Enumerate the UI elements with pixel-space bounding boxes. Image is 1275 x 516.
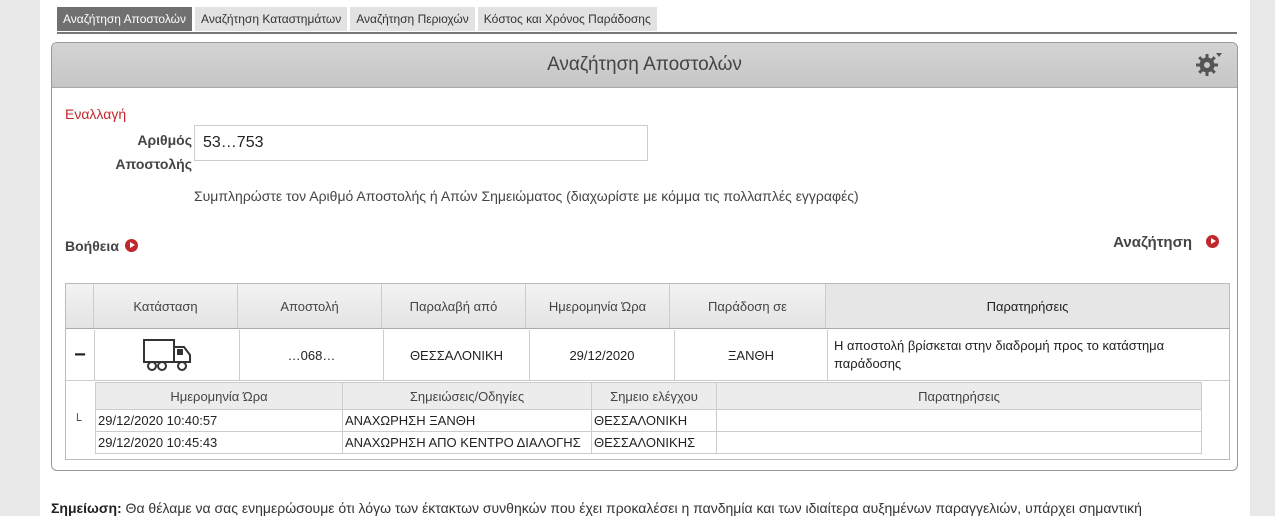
shipment-number-input[interactable] bbox=[194, 125, 648, 161]
play-icon bbox=[1206, 235, 1219, 248]
history-note: ΑΝΑΧΩΡΗΣΗ ΑΠΟ ΚΕΝΤΡΟ ΔΙΑΛΟΓΗΣ bbox=[342, 431, 592, 454]
tab-bar: Αναζήτηση Αποστολών Αναζήτηση Καταστημάτ… bbox=[57, 7, 1237, 34]
search-button[interactable]: Αναζήτηση bbox=[1113, 234, 1219, 251]
table-row: 29/12/2020 10:40:57 ΑΝΑΧΩΡΗΣΗ ΞΑΝΘΗ ΘΕΣΣ… bbox=[95, 409, 1202, 432]
tab-store-search[interactable]: Αναζήτηση Καταστημάτων bbox=[195, 7, 348, 31]
shipment-number-label: Αριθμός Αποστολής bbox=[92, 128, 192, 176]
col-header-pickup: Παραλαβή από bbox=[382, 284, 526, 328]
history-datetime: 29/12/2020 10:40:57 bbox=[95, 409, 343, 432]
col-header-status: Κατάσταση bbox=[94, 284, 238, 328]
history-header-remarks: Παρατηρήσεις bbox=[716, 382, 1202, 410]
help-label: Βοήθεια bbox=[65, 238, 119, 254]
collapse-toggle[interactable]: − bbox=[66, 330, 95, 380]
panel-header: Αναζήτηση Αποστολών bbox=[52, 43, 1237, 88]
history-header-datetime: Ημερομηνία Ώρα bbox=[95, 382, 343, 410]
results-header: Κατάσταση Αποστολή Παραλαβή από Ημερομην… bbox=[66, 284, 1229, 329]
notice-text: Σημείωση: Θα θέλαμε να σας ενημερώσουμε … bbox=[51, 500, 1241, 516]
history-checkpoint: ΘΕΣΣΑΛΟΝΙΚΗ bbox=[591, 409, 717, 432]
search-panel: Αναζήτηση Αποστολών Εναλλαγή Αριθμός Απο… bbox=[51, 42, 1238, 471]
tab-shipment-search[interactable]: Αναζήτηση Αποστολών bbox=[57, 7, 193, 31]
history-header-checkpoint: Σημειο ελέγχου bbox=[591, 382, 717, 410]
input-hint: Συμπληρώστε τον Αριθμό Αποστολής ή Απών … bbox=[194, 188, 859, 204]
col-header-datetime: Ημερομηνία Ώρα bbox=[526, 284, 670, 328]
col-header-deliver-to: Παράδοση σε bbox=[670, 284, 826, 328]
history-datetime: 29/12/2020 10:45:43 bbox=[95, 431, 343, 454]
label-line-1: Αριθμός bbox=[137, 132, 192, 148]
status-cell bbox=[95, 330, 240, 380]
truck-icon bbox=[143, 339, 191, 371]
history-checkpoint: ΘΕΣΣΑΛΟΝΙΚΗΣ bbox=[591, 431, 717, 454]
col-header-remarks: Παρατηρήσεις bbox=[826, 284, 1229, 328]
history-remarks bbox=[716, 409, 1202, 432]
expand-col-header bbox=[66, 284, 94, 328]
history-remarks bbox=[716, 431, 1202, 454]
table-row: − …068… ΘΕΣΣΑΛΟΝΙΚΗ 29/12/2020 ΞΑΝΘΗ Η α… bbox=[66, 330, 1229, 381]
remarks-cell: Η αποστολή βρίσκεται στην διαδρομή προς … bbox=[834, 338, 1165, 371]
notice-body: Θα θέλαμε να σας ενημερώσουμε ότι λόγω τ… bbox=[121, 500, 1142, 516]
panel-title: Αναζήτηση Αποστολών bbox=[547, 54, 742, 75]
tab-cost-delivery-time[interactable]: Κόστος και Χρόνος Παράδοσης bbox=[477, 7, 657, 31]
search-label: Αναζήτηση bbox=[1113, 234, 1192, 251]
sub-row-arrow-icon: └ bbox=[73, 413, 82, 427]
gear-icon[interactable] bbox=[1195, 50, 1223, 78]
history-header-notes: Σημειώσεις/Οδηγίες bbox=[342, 382, 592, 410]
play-icon bbox=[124, 239, 138, 252]
pickup-cell: ΘΕΣΣΑΛΟΝΙΚΗ bbox=[384, 330, 530, 380]
results-table: Κατάσταση Αποστολή Παραλαβή από Ημερομην… bbox=[65, 283, 1230, 460]
date-cell: 29/12/2020 bbox=[530, 330, 675, 380]
table-row: 29/12/2020 10:45:43 ΑΝΑΧΩΡΗΣΗ ΑΠΟ ΚΕΝΤΡΟ… bbox=[95, 431, 1202, 454]
help-link[interactable]: Βοήθεια bbox=[65, 238, 138, 254]
toggle-link[interactable]: Εναλλαγή bbox=[65, 106, 126, 122]
deliver-to-cell: ΞΑΝΘΗ bbox=[675, 330, 828, 380]
col-header-shipment: Αποστολή bbox=[238, 284, 382, 328]
tab-area-search[interactable]: Αναζήτηση Περιοχών bbox=[350, 7, 475, 31]
notice-label: Σημείωση: bbox=[51, 500, 122, 516]
history-table: Ημερομηνία Ώρα Σημειώσεις/Οδηγίες Σημειο… bbox=[95, 382, 1202, 454]
minus-icon[interactable]: − bbox=[74, 344, 86, 367]
label-line-2: Αποστολής bbox=[115, 156, 192, 172]
history-note: ΑΝΑΧΩΡΗΣΗ ΞΑΝΘΗ bbox=[342, 409, 592, 432]
page: Αναζήτηση Αποστολών Αναζήτηση Καταστημάτ… bbox=[40, 0, 1250, 516]
shipment-cell: …068… bbox=[240, 330, 384, 380]
